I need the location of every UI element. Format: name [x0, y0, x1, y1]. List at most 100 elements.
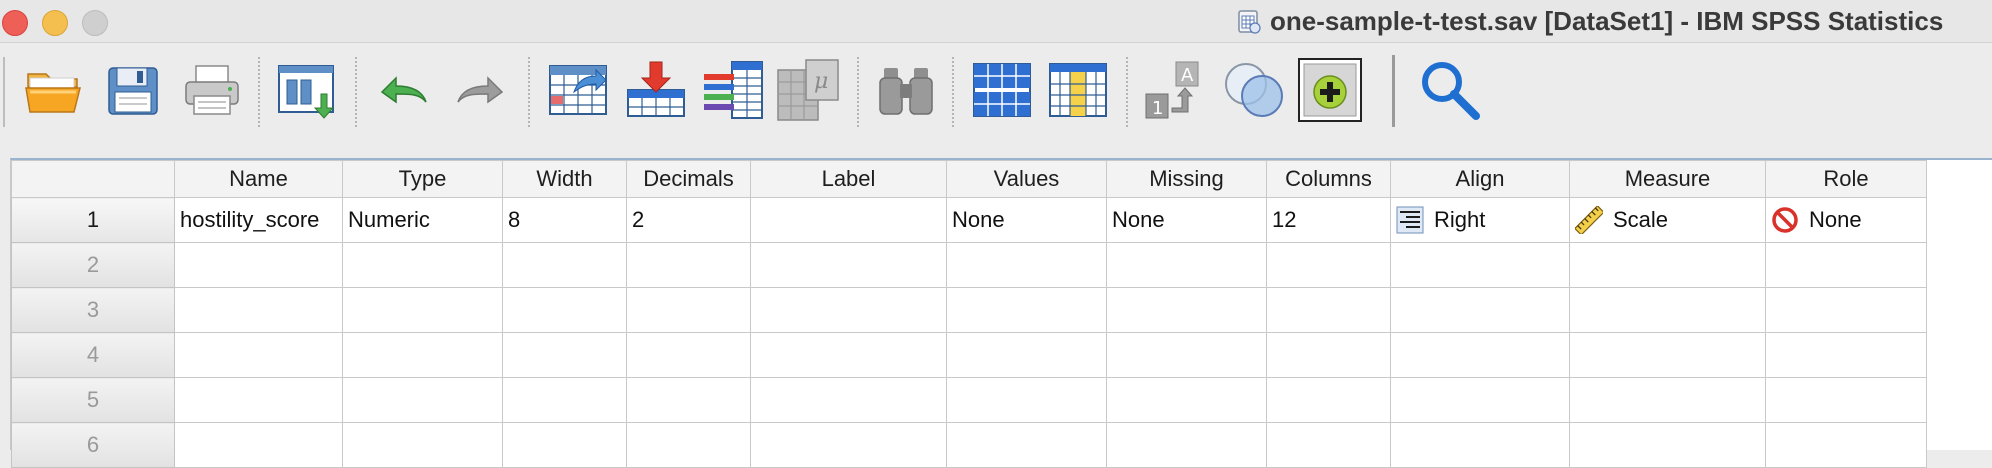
empty-cell[interactable] — [1390, 287, 1570, 333]
empty-cell[interactable] — [1106, 377, 1267, 423]
empty-cell[interactable] — [1106, 287, 1267, 333]
split-file-button[interactable]: 1 A — [1144, 58, 1208, 122]
cell-label[interactable] — [750, 197, 947, 243]
empty-cell[interactable] — [946, 377, 1107, 423]
print-button[interactable] — [180, 58, 244, 122]
row-header[interactable]: 2 — [11, 242, 175, 288]
empty-cell[interactable] — [750, 242, 947, 288]
cell-measure[interactable]: Scale — [1569, 197, 1766, 243]
empty-cell[interactable] — [946, 242, 1107, 288]
empty-cell[interactable] — [626, 287, 751, 333]
empty-cell[interactable] — [1765, 422, 1927, 468]
empty-cell[interactable] — [502, 422, 627, 468]
empty-cell[interactable] — [1765, 332, 1927, 378]
empty-cell[interactable] — [1569, 332, 1766, 378]
empty-cell[interactable] — [626, 422, 751, 468]
empty-cell[interactable] — [1266, 377, 1391, 423]
redo-button[interactable] — [448, 58, 512, 122]
open-data-document-button[interactable] — [22, 58, 86, 122]
empty-cell[interactable] — [342, 422, 503, 468]
empty-cell[interactable] — [1266, 422, 1391, 468]
empty-cell[interactable] — [1106, 422, 1267, 468]
value-labels-button[interactable] — [1298, 58, 1362, 122]
run-descriptive-statistics-button[interactable]: μ — [776, 58, 840, 122]
empty-cell[interactable] — [1569, 422, 1766, 468]
column-header-decimals[interactable]: Decimals — [626, 160, 751, 198]
empty-cell[interactable] — [946, 332, 1107, 378]
empty-cell[interactable] — [1569, 377, 1766, 423]
empty-cell[interactable] — [1569, 242, 1766, 288]
empty-cell[interactable] — [1390, 377, 1570, 423]
empty-cell[interactable] — [1266, 242, 1391, 288]
zoom-window-button[interactable] — [82, 10, 108, 36]
empty-cell[interactable] — [1390, 332, 1570, 378]
save-document-button[interactable] — [101, 58, 165, 122]
insert-cases-button[interactable] — [970, 58, 1034, 122]
cell-width[interactable]: 8 — [502, 197, 627, 243]
cell-decimals[interactable]: 2 — [626, 197, 751, 243]
empty-cell[interactable] — [502, 377, 627, 423]
cell-values[interactable]: None — [946, 197, 1107, 243]
select-cases-button[interactable] — [1222, 58, 1286, 122]
row-header[interactable]: 5 — [11, 377, 175, 423]
cell-name[interactable]: hostility_score — [174, 197, 343, 243]
empty-cell[interactable] — [1266, 287, 1391, 333]
empty-cell[interactable] — [626, 242, 751, 288]
empty-cell[interactable] — [626, 332, 751, 378]
empty-cell[interactable] — [1390, 242, 1570, 288]
empty-cell[interactable] — [342, 332, 503, 378]
column-header-missing[interactable]: Missing — [1106, 160, 1267, 198]
empty-cell[interactable] — [174, 287, 343, 333]
row-header[interactable]: 4 — [11, 332, 175, 378]
cell-columns[interactable]: 12 — [1266, 197, 1391, 243]
empty-cell[interactable] — [750, 377, 947, 423]
empty-cell[interactable] — [342, 287, 503, 333]
empty-cell[interactable] — [1765, 377, 1927, 423]
empty-cell[interactable] — [174, 332, 343, 378]
empty-cell[interactable] — [174, 242, 343, 288]
empty-cell[interactable] — [174, 377, 343, 423]
variables-button[interactable] — [700, 58, 764, 122]
cell-align[interactable]: Right — [1390, 197, 1570, 243]
insert-variable-button[interactable] — [1046, 58, 1110, 122]
empty-cell[interactable] — [626, 377, 751, 423]
empty-cell[interactable] — [750, 332, 947, 378]
column-header-name[interactable]: Name — [174, 160, 343, 198]
row-header[interactable]: 1 — [11, 197, 175, 243]
toolbar-grip[interactable] — [3, 57, 5, 127]
cell-type[interactable]: Numeric — [342, 197, 503, 243]
empty-cell[interactable] — [174, 422, 343, 468]
empty-cell[interactable] — [1106, 332, 1267, 378]
column-header-columns[interactable]: Columns — [1266, 160, 1391, 198]
cell-role[interactable]: None — [1765, 197, 1927, 243]
column-header-width[interactable]: Width — [502, 160, 627, 198]
empty-cell[interactable] — [342, 377, 503, 423]
cell-missing[interactable]: None — [1106, 197, 1267, 243]
column-header-align[interactable]: Align — [1390, 160, 1570, 198]
search-button[interactable] — [1418, 58, 1482, 122]
empty-cell[interactable] — [1765, 287, 1927, 333]
go-to-case-button[interactable] — [546, 58, 610, 122]
recall-dialog-button[interactable] — [275, 58, 339, 122]
column-header-label[interactable]: Label — [750, 160, 947, 198]
column-header-measure[interactable]: Measure — [1569, 160, 1766, 198]
empty-cell[interactable] — [1765, 242, 1927, 288]
minimize-window-button[interactable] — [42, 10, 68, 36]
empty-cell[interactable] — [1106, 242, 1267, 288]
row-header[interactable]: 3 — [11, 287, 175, 333]
empty-cell[interactable] — [1569, 287, 1766, 333]
find-button[interactable] — [874, 58, 938, 122]
empty-cell[interactable] — [502, 332, 627, 378]
column-header-role[interactable]: Role — [1765, 160, 1927, 198]
empty-cell[interactable] — [750, 422, 947, 468]
corner-cell[interactable] — [11, 160, 175, 198]
empty-cell[interactable] — [750, 287, 947, 333]
column-header-type[interactable]: Type — [342, 160, 503, 198]
close-window-button[interactable] — [2, 10, 28, 36]
empty-cell[interactable] — [502, 242, 627, 288]
empty-cell[interactable] — [342, 242, 503, 288]
empty-cell[interactable] — [1266, 332, 1391, 378]
empty-cell[interactable] — [946, 287, 1107, 333]
column-header-values[interactable]: Values — [946, 160, 1107, 198]
undo-button[interactable] — [372, 58, 436, 122]
